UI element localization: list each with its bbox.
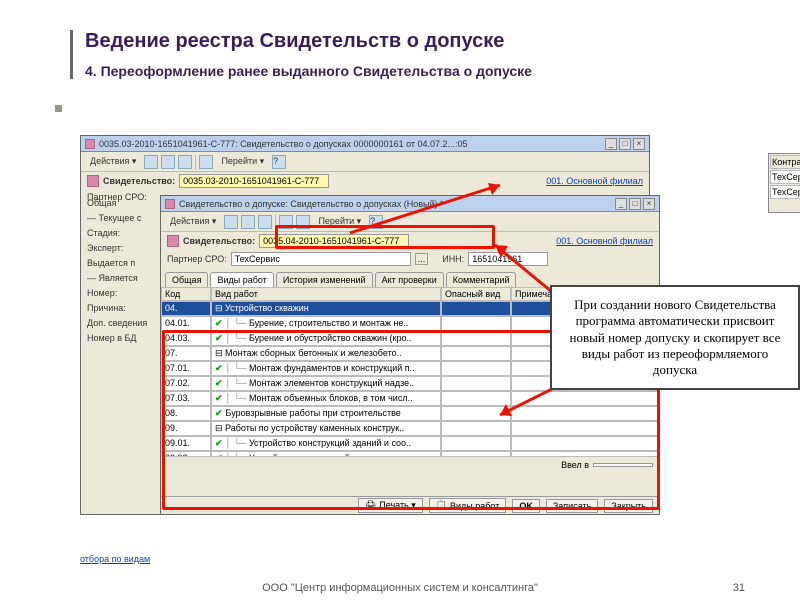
- toolbar-icon[interactable]: [178, 155, 192, 169]
- partner-field[interactable]: ТехСервис: [231, 252, 411, 266]
- branch-link[interactable]: 001. Основной филиал: [546, 176, 643, 186]
- footer-text: ООО "Центр информационных систем и конса…: [0, 582, 800, 594]
- side-value: ТехСервис: [770, 185, 800, 199]
- close-icon[interactable]: ×: [633, 138, 645, 150]
- highlight-number: [275, 225, 495, 249]
- maximize-icon[interactable]: □: [619, 138, 631, 150]
- side-header: Контрагент: [770, 155, 800, 169]
- tab-works[interactable]: Виды работ: [210, 272, 273, 287]
- help-icon[interactable]: ?: [272, 155, 286, 169]
- page-title: Ведение реестра Свидетельств о допуске: [85, 30, 750, 53]
- close-icon[interactable]: ×: [643, 198, 655, 210]
- minimize-icon[interactable]: _: [615, 198, 627, 210]
- callout-text: При создании нового Свидетельства програ…: [550, 285, 800, 390]
- lookup-button[interactable]: ...: [415, 253, 429, 265]
- maximize-icon[interactable]: □: [629, 198, 641, 210]
- partner-label: Партнер СРО:: [167, 254, 227, 264]
- toolbar-icon[interactable]: [144, 155, 158, 169]
- toolbar-icon[interactable]: [199, 155, 213, 169]
- inn-field[interactable]: 1651041961: [468, 252, 548, 266]
- side-panel: Контрагент ТехСервис ТехСервис: [768, 153, 800, 213]
- doc-icon: [87, 175, 99, 187]
- branch-link[interactable]: 001. Основной филиал: [556, 236, 653, 246]
- page-subtitle: 4. Переоформление ранее выданного Свидет…: [85, 63, 750, 79]
- goto-menu[interactable]: Перейти ▾: [216, 154, 269, 169]
- bullet-icon: [55, 105, 62, 112]
- tab-history[interactable]: История изменений: [276, 272, 373, 287]
- window-back-title: 0035.03-2010-1651041961-С-777: Свидетель…: [99, 139, 603, 149]
- tab-general[interactable]: Общая: [165, 272, 208, 287]
- breadcrumb-link[interactable]: отбора по видам: [80, 554, 150, 564]
- side-value: ТехСервис: [770, 170, 800, 184]
- toolbar-icon[interactable]: [161, 155, 175, 169]
- toolbar-icon[interactable]: [224, 215, 238, 229]
- tab-act[interactable]: Акт проверки: [375, 272, 444, 287]
- toolbar-icon[interactable]: [258, 215, 272, 229]
- app-icon: [165, 199, 175, 209]
- cert-label: Свидетельство:: [183, 236, 255, 246]
- cert-label: Свидетельство:: [103, 176, 175, 186]
- toolbar-icon[interactable]: [241, 215, 255, 229]
- tab-comment[interactable]: Комментарий: [446, 272, 517, 287]
- window-front-title: Свидетельство о допуске: Свидетельство о…: [179, 199, 613, 209]
- app-icon: [85, 139, 95, 149]
- cert-number-field[interactable]: 0035.03-2010-1651041961-С-777: [179, 174, 329, 188]
- inn-label: ИНН:: [442, 254, 464, 264]
- minimize-icon[interactable]: _: [605, 138, 617, 150]
- actions-menu[interactable]: Действия ▾: [85, 154, 141, 169]
- page-number: 31: [733, 582, 745, 594]
- actions-menu[interactable]: Действия ▾: [165, 214, 221, 229]
- doc-icon: [167, 235, 179, 247]
- form-labels: Общая — Текущее с Стадия: Эксперт: Выдае…: [87, 196, 147, 346]
